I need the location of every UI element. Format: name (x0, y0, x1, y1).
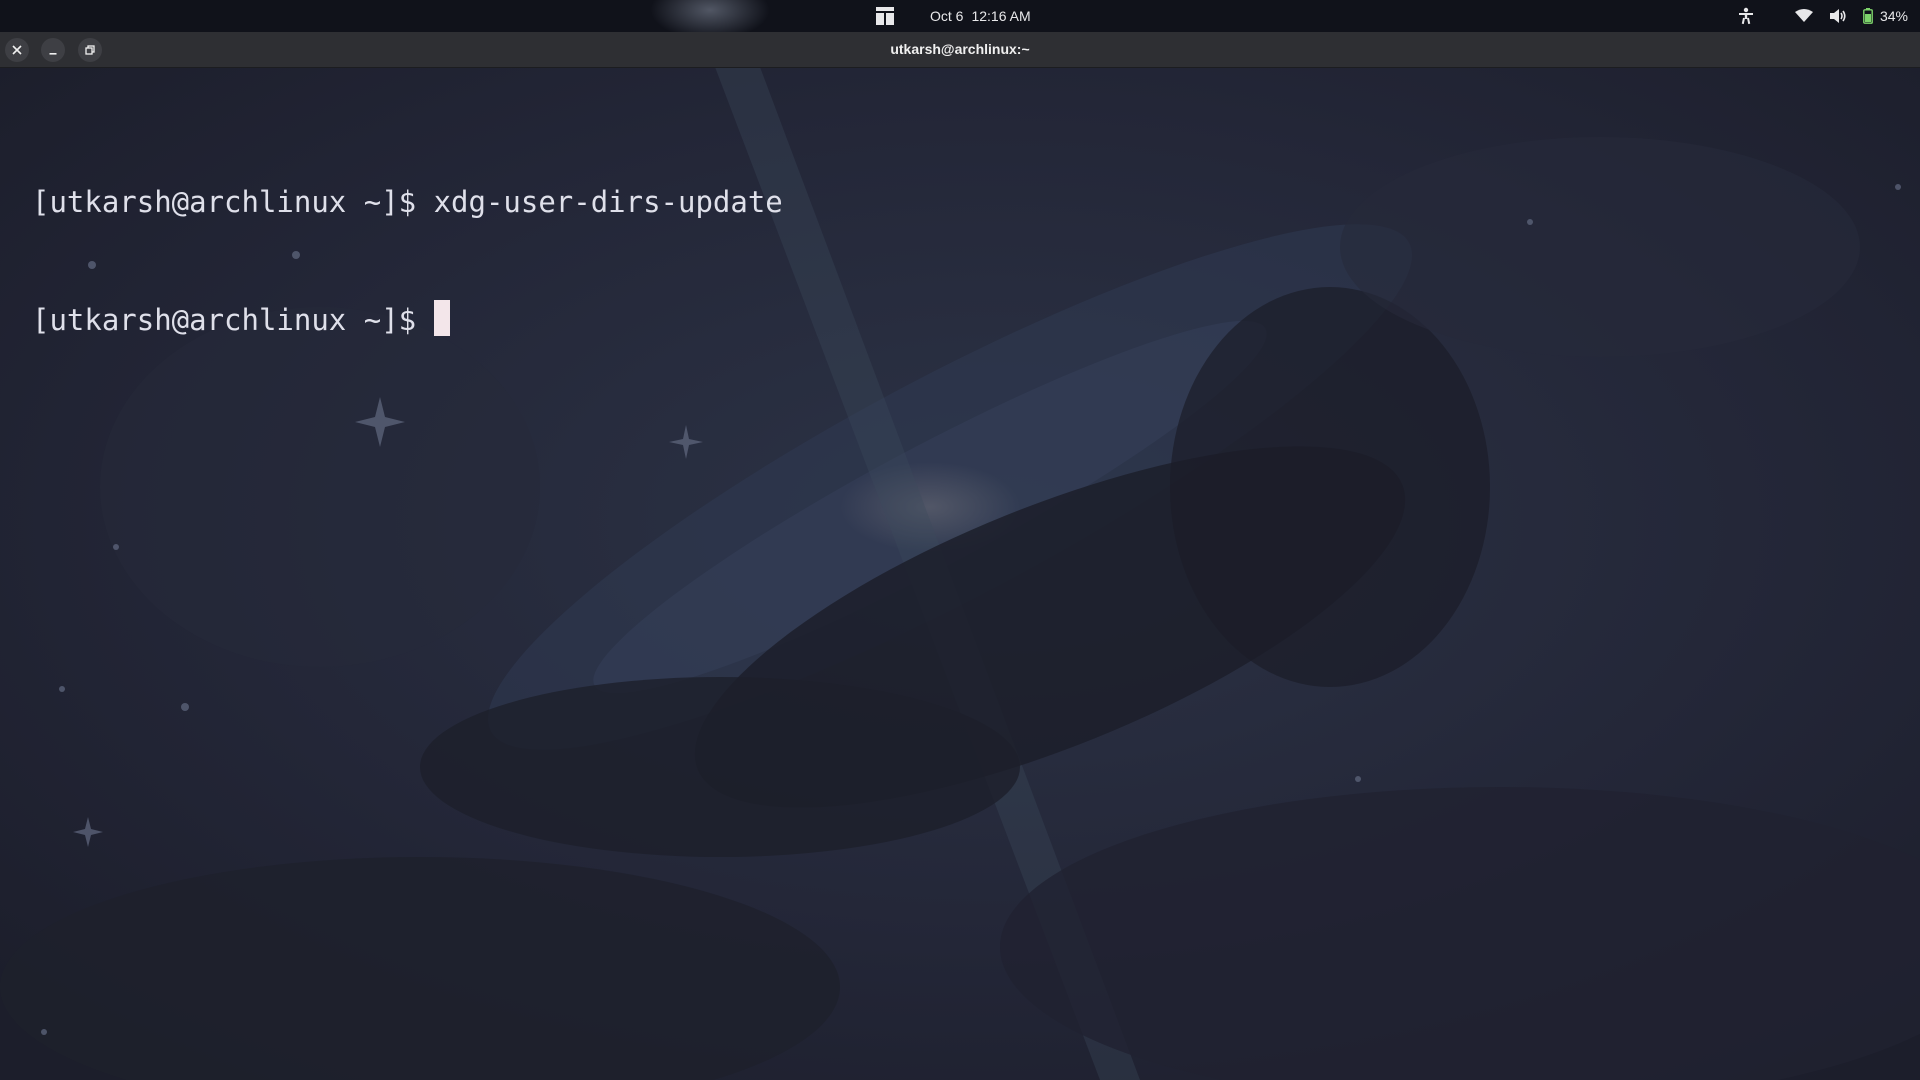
text-cursor (433, 300, 450, 336)
terminal-view[interactable]: [utkarsh@archlinux ~]$ xdg-user-dirs-upd… (0, 67, 1920, 1080)
battery-icon[interactable] (1862, 6, 1874, 26)
minimize-icon (49, 53, 57, 55)
battery-percent: 34% (1879, 8, 1908, 24)
clock[interactable]: Oct 6 12:16 AM (930, 7, 1039, 25)
top-bar: Oct 6 12:16 AM 34% (0, 0, 1920, 40)
clock-time: 12:16 AM (971, 8, 1031, 24)
terminal-output[interactable]: [utkarsh@archlinux ~]$ xdg-user-dirs-upd… (32, 105, 783, 417)
minimize-button[interactable] (41, 38, 65, 62)
terminal-line: [utkarsh@archlinux ~]$ xdg-user-dirs-upd… (32, 183, 783, 222)
prompt: [utkarsh@archlinux ~]$ (32, 303, 434, 337)
window-title: utkarsh@archlinux:~ (890, 41, 1030, 57)
system-tray[interactable]: 34% (1736, 6, 1908, 26)
accessibility-icon[interactable] (1736, 6, 1756, 26)
activities-icon[interactable] (876, 7, 894, 25)
wifi-icon[interactable] (1794, 6, 1814, 26)
clock-date: Oct 6 (930, 8, 964, 24)
close-button[interactable] (5, 38, 29, 62)
terminal-titlebar[interactable]: utkarsh@archlinux:~ (0, 32, 1920, 68)
restore-button[interactable] (78, 38, 102, 62)
terminal-line: [utkarsh@archlinux ~]$ (32, 300, 783, 339)
restore-icon (85, 45, 95, 55)
volume-icon[interactable] (1828, 6, 1848, 26)
close-icon (12, 45, 22, 55)
desktop: Oct 6 12:16 AM 34% utkarsh@archlinux:~ [… (0, 0, 1920, 1080)
command: xdg-user-dirs-update (433, 185, 783, 219)
prompt: [utkarsh@archlinux ~]$ (32, 185, 434, 219)
